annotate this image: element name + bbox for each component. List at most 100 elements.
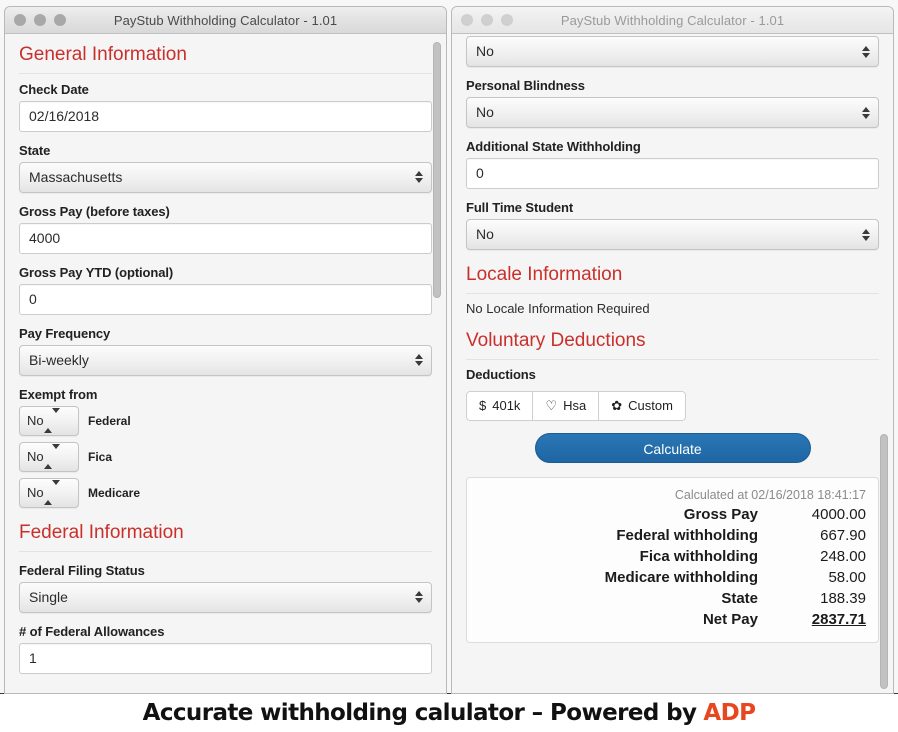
stepper-arrows-icon: [415, 171, 423, 184]
input-federal-allowances[interactable]: 1: [19, 642, 432, 674]
result-row-net-pay: Net Pay 2837.71: [479, 609, 866, 630]
stepper-arrows-icon: [43, 443, 60, 469]
result-value: 4000.00: [811, 505, 866, 523]
calculated-at-timestamp: Calculated at 02/16/2018 18:41:17: [674, 487, 866, 502]
gear-icon: ✿: [611, 398, 623, 414]
label-full-time-student: Full Time Student: [466, 200, 574, 215]
close-dot-icon[interactable]: [14, 14, 26, 26]
label-exempt-medicare: Medicare: [88, 485, 141, 500]
result-value: 188.39: [820, 589, 866, 607]
label-exempt-from: Exempt from: [19, 386, 98, 402]
form-column-right: No Personal Blindness No Additional Stat…: [452, 34, 893, 693]
select-exempt-federal-value: No: [27, 412, 44, 428]
locale-note: No Locale Information Required: [466, 300, 650, 316]
select-exempt-fica-value: No: [27, 448, 44, 464]
label-exempt-federal: Federal: [88, 413, 131, 428]
zoom-dot-icon[interactable]: [54, 14, 66, 26]
select-full-time-student-value: No: [476, 226, 494, 242]
result-value: 2837.71: [811, 610, 866, 628]
result-row-fica-withholding: Fica withholding 248.00: [479, 546, 866, 567]
screenshot-stage: PayStub Withholding Calculator - 1.01 Ge…: [0, 0, 898, 732]
minimize-dot-icon[interactable]: [481, 14, 493, 26]
result-row-federal-withholding: Federal withholding 667.90: [479, 525, 866, 546]
select-exempt-medicare[interactable]: No: [19, 477, 79, 508]
scrollbar-right[interactable]: [878, 36, 891, 691]
label-gross-pay-ytd: Gross Pay YTD (optional): [19, 264, 174, 280]
scrollbar-left[interactable]: [431, 36, 444, 691]
window-right[interactable]: PayStub Withholding Calculator - 1.01 No…: [451, 6, 894, 694]
select-personal-blindness[interactable]: No: [466, 97, 879, 128]
exempt-row-federal: No Federal: [19, 405, 432, 436]
close-dot-icon[interactable]: [461, 14, 473, 26]
heading-general-information: General Information: [19, 44, 432, 74]
deduction-button-401k[interactable]: $ 401k: [466, 390, 534, 421]
deduction-button-group: $ 401k ♡ Hsa ✿ Custom: [466, 390, 686, 421]
stepper-arrows-icon: [415, 591, 423, 604]
input-additional-state-withholding[interactable]: 0: [466, 158, 879, 189]
label-state: State: [19, 142, 51, 158]
scrollbar-thumb-right[interactable]: [880, 434, 888, 689]
label-deductions: Deductions: [466, 366, 536, 382]
deduction-button-custom[interactable]: ✿ Custom: [599, 390, 686, 421]
deduction-button-hsa[interactable]: ♡ Hsa: [533, 390, 600, 421]
caption-bar: Accurate withholding calulator – Powered…: [0, 694, 898, 732]
select-federal-filing-status[interactable]: Single: [19, 581, 432, 613]
deduction-button-custom-label: Custom: [628, 398, 673, 414]
result-label: Net Pay: [702, 610, 758, 628]
result-label: Federal withholding: [616, 526, 758, 544]
form-column-left: General Information Check Date 02/16/201…: [5, 34, 446, 693]
exempt-row-medicare: No Medicare: [19, 477, 432, 508]
stepper-arrows-icon: [862, 228, 870, 241]
stepper-arrows-icon: [862, 45, 870, 58]
label-exempt-fica: Fica: [88, 449, 113, 464]
stepper-arrows-icon: [415, 354, 423, 367]
zoom-dot-icon[interactable]: [501, 14, 513, 26]
result-row-state: State 188.39: [479, 588, 866, 609]
select-state[interactable]: Massachusetts: [19, 161, 432, 193]
heading-voluntary-deductions: Voluntary Deductions: [466, 330, 879, 360]
scrollbar-thumb-left[interactable]: [433, 42, 441, 298]
label-gross-pay: Gross Pay (before taxes): [19, 203, 170, 219]
traffic-lights-right[interactable]: [461, 7, 513, 33]
label-additional-state-withholding: Additional State Withholding: [466, 139, 641, 154]
heart-icon: ♡: [545, 398, 558, 414]
select-personal-blindness-value: No: [476, 104, 494, 120]
heading-federal-information: Federal Information: [19, 522, 432, 552]
result-value: 58.00: [828, 568, 866, 586]
titlebar-left[interactable]: PayStub Withholding Calculator - 1.01: [5, 7, 446, 34]
select-exempt-fica[interactable]: No: [19, 441, 79, 472]
traffic-lights-left[interactable]: [14, 7, 66, 33]
label-pay-frequency: Pay Frequency: [19, 325, 111, 341]
input-check-date[interactable]: 02/16/2018: [19, 100, 432, 132]
input-gross-pay[interactable]: 4000: [19, 222, 432, 254]
result-value: 248.00: [820, 547, 866, 565]
titlebar-right[interactable]: PayStub Withholding Calculator - 1.01: [452, 7, 893, 34]
heading-locale-information: Locale Information: [466, 264, 879, 294]
result-label: Gross Pay: [683, 505, 758, 523]
dollar-icon: $: [479, 398, 487, 414]
stepper-arrows-icon: [43, 407, 60, 433]
deduction-button-401k-label: 401k: [492, 398, 521, 414]
label-federal-allowances: # of Federal Allowances: [19, 623, 165, 639]
select-federal-filing-status-value: Single: [29, 588, 68, 605]
label-personal-blindness: Personal Blindness: [466, 78, 585, 93]
caption-text: Accurate withholding calulator – Powered…: [142, 700, 697, 726]
result-value: 667.90: [820, 526, 866, 544]
select-top-partial[interactable]: No: [466, 36, 879, 67]
deduction-button-hsa-label: Hsa: [563, 398, 587, 414]
minimize-dot-icon[interactable]: [34, 14, 46, 26]
window-title-right: PayStub Withholding Calculator - 1.01: [560, 12, 785, 28]
scroll-area-left: General Information Check Date 02/16/201…: [5, 34, 446, 693]
result-label: Medicare withholding: [604, 568, 758, 586]
select-full-time-student[interactable]: No: [466, 219, 879, 250]
input-gross-pay-ytd[interactable]: 0: [19, 283, 432, 315]
calculate-button[interactable]: Calculate: [534, 432, 811, 463]
window-left[interactable]: PayStub Withholding Calculator - 1.01 Ge…: [4, 6, 447, 694]
select-exempt-federal[interactable]: No: [19, 405, 79, 436]
exempt-row-fica: No Fica: [19, 441, 432, 472]
select-pay-frequency-value: Bi-weekly: [29, 351, 89, 368]
select-pay-frequency[interactable]: Bi-weekly: [19, 344, 432, 376]
stepper-arrows-icon: [43, 479, 60, 505]
result-row-gross-pay: Gross Pay 4000.00: [479, 504, 866, 525]
select-state-value: Massachusetts: [29, 168, 123, 185]
